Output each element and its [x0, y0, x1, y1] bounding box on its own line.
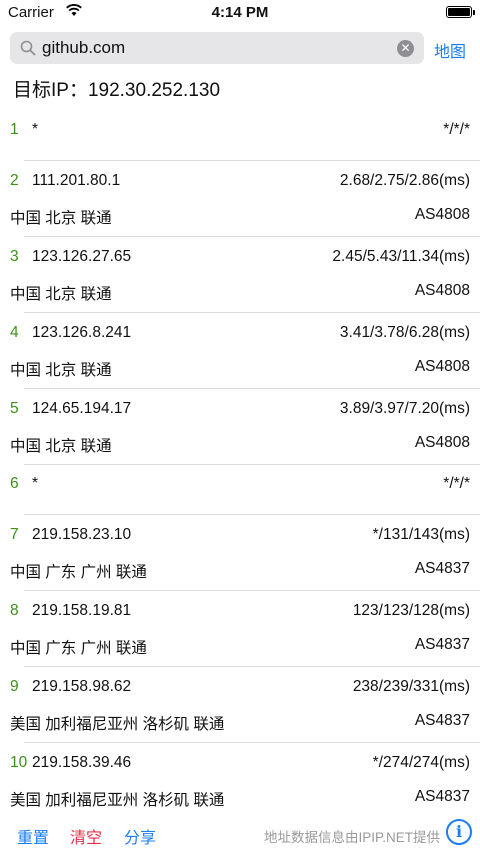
hop-asn: AS4808 — [414, 358, 470, 375]
search-box[interactable]: ✕ — [10, 32, 424, 64]
hop-number: 5 — [10, 400, 19, 417]
hop-line-location: 中国 广东 广州 联通 AS4837 — [10, 560, 470, 582]
target-ip: 目标IP：192.30.252.130 — [13, 80, 221, 101]
hop-asn: AS4837 — [414, 712, 470, 729]
search-icon — [20, 40, 36, 56]
hop-times: 3.89/3.97/7.20(ms) — [339, 400, 470, 417]
hop-line-location: 中国 北京 联通 AS4808 — [10, 434, 470, 456]
clear-icon[interactable]: ✕ — [397, 40, 414, 57]
hop-times: */274/274(ms) — [372, 754, 470, 771]
hop-row[interactable]: 7 219.158.23.10 */131/143(ms) 中国 广东 广州 联通 AS… — [0, 514, 480, 591]
hop-times: 2.45/5.43/11.34(ms) — [332, 248, 470, 265]
info-icon[interactable]: i — [446, 819, 472, 845]
hop-list: 1 * */*/* 2 111.201.80.1 2.68/2.75/2.86(ms) 中国… — [0, 110, 480, 818]
hop-times: 2.68/2.75/2.86(ms) — [339, 172, 470, 189]
hop-row[interactable]: 2 111.201.80.1 2.68/2.75/2.86(ms) 中国 北京 联通 A… — [0, 160, 480, 237]
hop-location: 美国 加利福尼亚州 洛杉矶 联通 — [10, 716, 225, 733]
hop-location: 中国 广东 广州 联通 — [10, 640, 147, 657]
hop-times: 3.41/3.78/6.28(ms) — [339, 324, 470, 341]
hop-row[interactable]: 4 123.126.8.241 3.41/3.78/6.28(ms) 中国 北京 联通… — [0, 312, 480, 389]
map-button[interactable]: 地图 — [434, 38, 466, 62]
hop-row[interactable]: 8 219.158.19.81 123/123/128(ms) 中国 广东 广州 联通… — [0, 590, 480, 667]
hop-number: 10 — [10, 754, 28, 771]
hop-asn: AS4808 — [414, 206, 470, 223]
hop-asn: AS4808 — [414, 282, 470, 299]
hop-number: 2 — [10, 172, 19, 189]
hop-location: 中国 北京 联通 — [10, 362, 112, 379]
hop-times: */*/* — [443, 475, 470, 492]
hop-ip: * — [32, 121, 39, 138]
hop-ip: 124.65.194.17 — [32, 400, 132, 417]
bottom-toolbar: 重置 清空 分享 地址数据信息由IPIP.NET提供 i — [0, 816, 480, 852]
hop-line-location: 中国 北京 联通 AS4808 — [10, 206, 470, 228]
hop-line-main: 4 123.126.8.241 3.41/3.78/6.28(ms) — [10, 324, 470, 346]
hop-asn: AS4837 — [414, 636, 470, 653]
hop-line-location: 美国 加利福尼亚州 洛杉矶 联通 AS4837 — [10, 712, 470, 734]
search-input[interactable] — [42, 32, 382, 64]
hop-line-main: 10 219.158.39.46 */274/274(ms) — [10, 754, 470, 776]
hop-line-main: 9 219.158.98.62 238/239/331(ms) — [10, 678, 470, 700]
hop-ip: 219.158.98.62 — [32, 678, 132, 695]
hop-line-main: 6 * */*/* — [10, 475, 470, 497]
search-row: ✕ 地图 — [0, 32, 480, 66]
hop-ip: 123.126.8.241 — [32, 324, 132, 341]
hop-asn: AS4837 — [414, 788, 470, 805]
data-source-label: 地址数据信息由IPIP.NET提供 — [263, 830, 440, 845]
hop-row[interactable]: 3 123.126.27.65 2.45/5.43/11.34(ms) 中国 北京 联… — [0, 236, 480, 313]
status-time: 4:14 PM — [211, 4, 269, 21]
hop-times: */*/* — [443, 121, 470, 138]
battery-icon — [446, 6, 475, 18]
hop-location: 中国 北京 联通 — [10, 286, 112, 303]
hop-row[interactable]: 6 * */*/* — [0, 464, 480, 515]
hop-line-main: 3 123.126.27.65 2.45/5.43/11.34(ms) — [10, 248, 470, 270]
hop-line-main: 5 124.65.194.17 3.89/3.97/7.20(ms) — [10, 400, 470, 422]
hop-ip: 219.158.23.10 — [32, 526, 132, 543]
hop-ip: 219.158.39.46 — [32, 754, 132, 771]
hop-location: 中国 广东 广州 联通 — [10, 564, 147, 581]
hop-number: 6 — [10, 475, 19, 492]
hop-line-main: 7 219.158.23.10 */131/143(ms) — [10, 526, 470, 548]
hop-number: 8 — [10, 602, 19, 619]
hop-line-main: 8 219.158.19.81 123/123/128(ms) — [10, 602, 470, 624]
hop-line-location: 美国 加利福尼亚州 洛杉矶 联通 AS4837 — [10, 788, 470, 810]
hop-ip: * — [32, 475, 39, 492]
hop-times: 238/239/331(ms) — [352, 678, 470, 695]
hop-line-location: 中国 广东 广州 联通 AS4837 — [10, 636, 470, 658]
reset-button[interactable]: 重置 — [17, 824, 49, 848]
hop-line-main: 1 * */*/* — [10, 121, 470, 143]
hop-number: 1 — [10, 121, 19, 138]
hop-number: 3 — [10, 248, 19, 265]
hop-row[interactable]: 5 124.65.194.17 3.89/3.97/7.20(ms) 中国 北京 联通… — [0, 388, 480, 465]
hop-row[interactable]: 10 219.158.39.46 */274/274(ms) 美国 加利福尼亚州 洛杉… — [0, 742, 480, 818]
hop-ip: 219.158.19.81 — [32, 602, 132, 619]
hop-ip: 123.126.27.65 — [32, 248, 132, 265]
hop-line-main: 2 111.201.80.1 2.68/2.75/2.86(ms) — [10, 172, 470, 194]
hop-number: 4 — [10, 324, 19, 341]
hop-location: 美国 加利福尼亚州 洛杉矶 联通 — [10, 792, 225, 809]
hop-row[interactable]: 9 219.158.98.62 238/239/331(ms) 美国 加利福尼亚州 洛… — [0, 666, 480, 743]
hop-row[interactable]: 1 * */*/* — [0, 110, 480, 161]
hop-asn: AS4808 — [414, 434, 470, 451]
hop-times: */131/143(ms) — [372, 526, 470, 543]
hop-asn: AS4837 — [414, 560, 470, 577]
hop-times: 123/123/128(ms) — [352, 602, 470, 619]
hop-line-location: 中国 北京 联通 AS4808 — [10, 358, 470, 380]
hop-location: 中国 北京 联通 — [10, 438, 112, 455]
status-bar: Carrier 4:14 PM — [0, 0, 480, 26]
hop-line-location: 中国 北京 联通 AS4808 — [10, 282, 470, 304]
hop-location: 中国 北京 联通 — [10, 210, 112, 227]
share-button[interactable]: 分享 — [124, 824, 156, 848]
hop-ip: 111.201.80.1 — [32, 172, 121, 189]
hop-number: 9 — [10, 678, 19, 695]
clear-button[interactable]: 清空 — [70, 824, 102, 848]
hop-number: 7 — [10, 526, 19, 543]
